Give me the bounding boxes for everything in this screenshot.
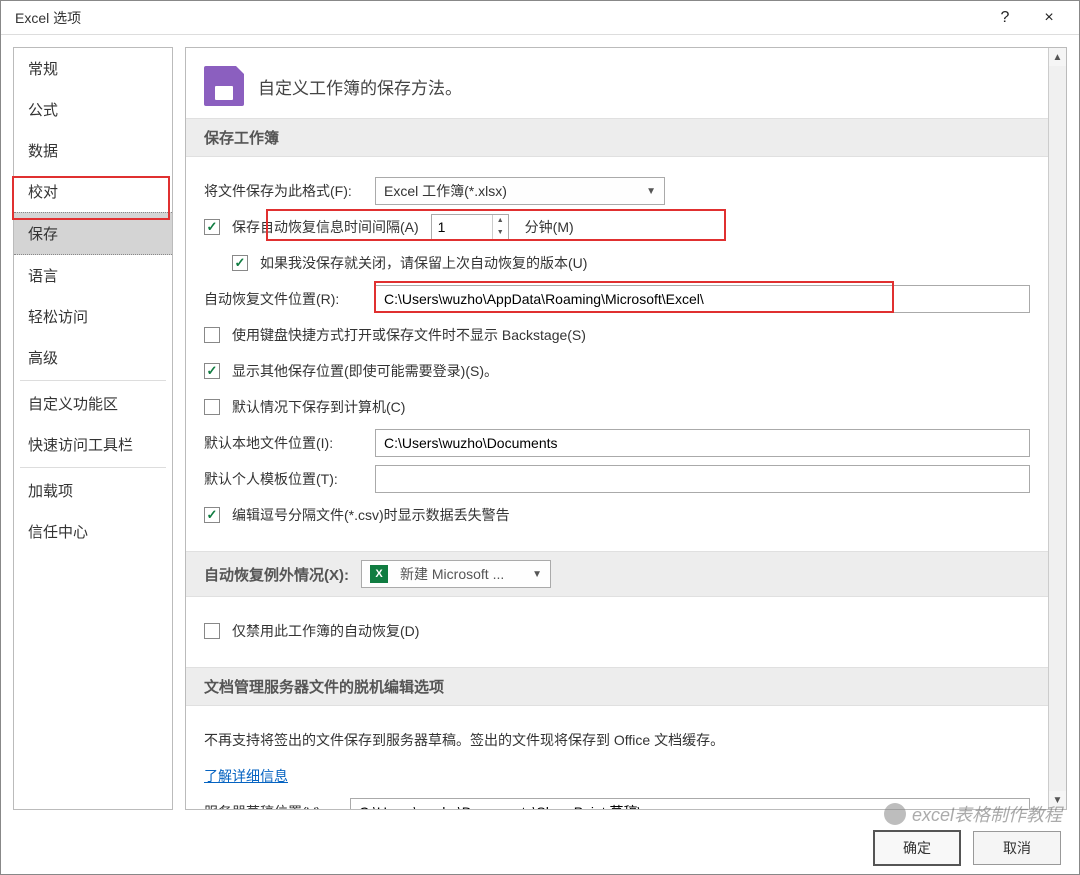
autosave-interval-spinner[interactable]: ▲▼ xyxy=(431,214,509,240)
sidebar-item-general[interactable]: 常规 xyxy=(14,48,172,89)
autosave-unit: 分钟(M) xyxy=(525,217,574,237)
spinner-down-icon[interactable]: ▼ xyxy=(493,227,508,239)
workbook-dropdown[interactable]: X 新建 Microsoft ... ▼ xyxy=(361,560,551,588)
cancel-button[interactable]: 取消 xyxy=(973,831,1061,865)
section-offline-editing: 文档管理服务器文件的脱机编辑选项 xyxy=(186,667,1048,706)
scrollbar-track[interactable] xyxy=(1049,66,1066,791)
watermark-icon xyxy=(884,803,906,825)
file-format-dropdown[interactable]: Excel 工作簿(*.xlsx) ▼ xyxy=(375,177,665,205)
server-draft-location-label: 服务器草稿位置(V): xyxy=(204,802,344,809)
default-template-location-label: 默认个人模板位置(T): xyxy=(204,469,369,489)
keep-last-autosave-checkbox[interactable] xyxy=(232,255,248,271)
default-local-location-label: 默认本地文件位置(I): xyxy=(204,433,369,453)
window-title: Excel 选项 xyxy=(15,8,983,28)
chevron-down-icon: ▼ xyxy=(642,186,660,197)
save-to-computer-label: 默认情况下保存到计算机(C) xyxy=(232,397,405,417)
default-template-location-input[interactable] xyxy=(375,465,1030,493)
autosave-label: 保存自动恢复信息时间间隔(A) xyxy=(232,217,419,237)
learn-more-link[interactable]: 了解详细信息 xyxy=(204,766,288,786)
save-to-computer-checkbox[interactable] xyxy=(204,399,220,415)
show-other-locations-label: 显示其他保存位置(即使可能需要登录)(S)。 xyxy=(232,361,498,381)
page-title: 自定义工作簿的保存方法。 xyxy=(258,74,462,99)
sidebar-separator xyxy=(20,380,166,381)
section-save-workbook: 保存工作簿 xyxy=(186,118,1048,157)
autorecover-location-label: 自动恢复文件位置(R): xyxy=(204,289,369,309)
chevron-down-icon: ▼ xyxy=(528,569,546,580)
autorecover-exceptions-label: 自动恢复例外情况(X): xyxy=(204,564,349,585)
sidebar-item-data[interactable]: 数据 xyxy=(14,130,172,171)
disable-autorecover-checkbox[interactable] xyxy=(204,623,220,639)
section-autorecover-exceptions: 自动恢复例外情况(X): X 新建 Microsoft ... ▼ xyxy=(186,551,1048,597)
spinner-up-icon[interactable]: ▲ xyxy=(493,215,508,227)
sidebar-item-addins[interactable]: 加载项 xyxy=(14,470,172,511)
ok-button[interactable]: 确定 xyxy=(873,830,961,866)
sidebar-item-language[interactable]: 语言 xyxy=(14,255,172,296)
vertical-scrollbar[interactable]: ▲ ▼ xyxy=(1048,48,1066,809)
watermark: excel表格制作教程 xyxy=(884,801,1062,827)
sidebar-item-accessibility[interactable]: 轻松访问 xyxy=(14,296,172,337)
sidebar-item-proofing[interactable]: 校对 xyxy=(14,171,172,212)
csv-warning-label: 编辑逗号分隔文件(*.csv)时显示数据丢失警告 xyxy=(232,505,510,525)
autorecover-location-input[interactable] xyxy=(375,285,1030,313)
content-pane: 自定义工作簿的保存方法。 保存工作簿 将文件保存为此格式(F): Excel 工… xyxy=(186,48,1048,809)
sidebar-item-formulas[interactable]: 公式 xyxy=(14,89,172,130)
disable-autorecover-label: 仅禁用此工作簿的自动恢复(D) xyxy=(232,621,419,641)
sidebar-item-trust-center[interactable]: 信任中心 xyxy=(14,511,172,552)
keep-last-autosave-label: 如果我没保存就关闭，请保留上次自动恢复的版本(U) xyxy=(260,253,587,273)
titlebar: Excel 选项 ? × xyxy=(1,1,1079,35)
autosave-interval-input[interactable] xyxy=(432,215,492,239)
sidebar-item-customize-ribbon[interactable]: 自定义功能区 xyxy=(14,383,172,424)
autosave-checkbox[interactable] xyxy=(204,219,220,235)
sidebar-item-quick-access[interactable]: 快速访问工具栏 xyxy=(14,424,172,465)
deprecated-text: 不再支持将签出的文件保存到服务器草稿。签出的文件现将保存到 Office 文档缓… xyxy=(204,730,724,750)
help-button[interactable]: ? xyxy=(983,4,1027,32)
save-icon xyxy=(204,66,244,106)
excel-file-icon: X xyxy=(370,565,388,583)
sidebar-item-advanced[interactable]: 高级 xyxy=(14,337,172,378)
csv-warning-checkbox[interactable] xyxy=(204,507,220,523)
workbook-value: 新建 Microsoft ... xyxy=(400,564,520,584)
watermark-text: excel表格制作教程 xyxy=(912,801,1062,827)
sidebar: 常规公式数据校对保存语言轻松访问高级自定义功能区快速访问工具栏加载项信任中心 xyxy=(13,47,173,810)
sidebar-separator xyxy=(20,467,166,468)
page-header: 自定义工作簿的保存方法。 xyxy=(186,48,1048,118)
dialog-footer: 确定 取消 xyxy=(1,822,1079,874)
backstage-label: 使用键盘快捷方式打开或保存文件时不显示 Backstage(S) xyxy=(232,325,586,345)
file-format-value: Excel 工作簿(*.xlsx) xyxy=(384,181,634,201)
backstage-checkbox[interactable] xyxy=(204,327,220,343)
scroll-up-icon[interactable]: ▲ xyxy=(1049,48,1066,66)
close-button[interactable]: × xyxy=(1027,4,1071,32)
show-other-locations-checkbox[interactable] xyxy=(204,363,220,379)
file-format-label: 将文件保存为此格式(F): xyxy=(204,181,369,201)
default-local-location-input[interactable] xyxy=(375,429,1030,457)
sidebar-item-save[interactable]: 保存 xyxy=(14,212,172,255)
